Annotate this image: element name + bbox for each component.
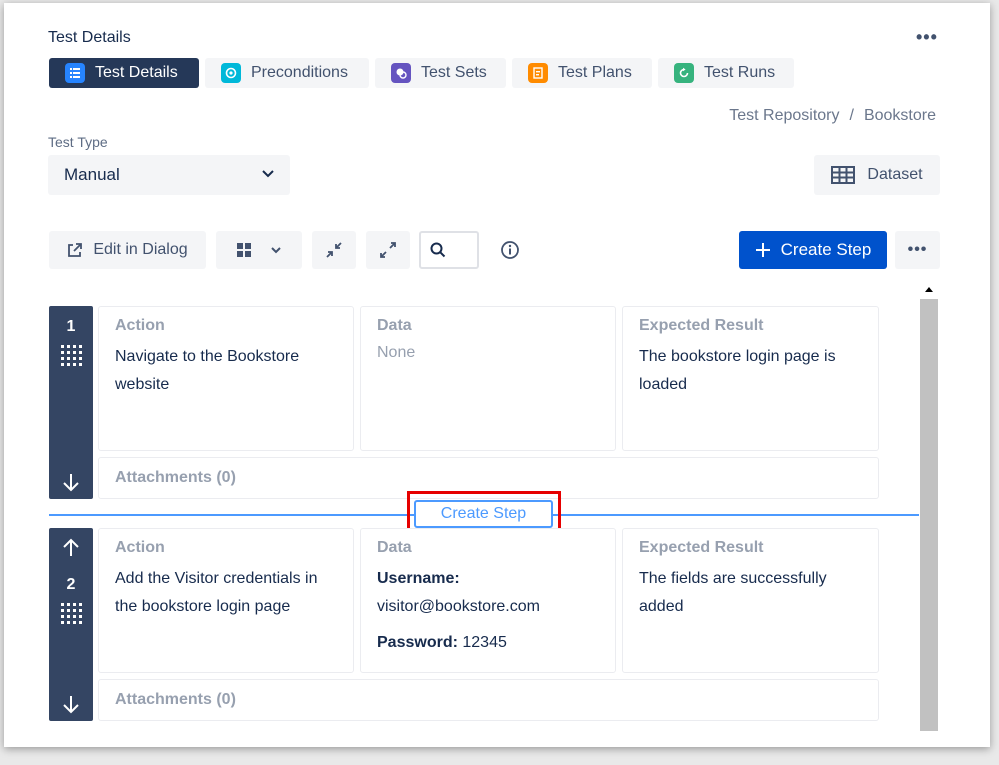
tab-test-details[interactable]: Test Details: [49, 58, 199, 88]
edit-in-dialog-label: Edit in Dialog: [93, 241, 188, 258]
chevron-down-icon: [271, 247, 281, 254]
toolbar-more-icon[interactable]: •••: [895, 231, 940, 269]
step-1-action-cell[interactable]: Action Navigate to the Bookstore website: [98, 306, 354, 451]
action-text: Navigate to the Bookstore website: [115, 348, 300, 393]
password-label: Password:: [377, 634, 458, 651]
tab-label: Test Runs: [704, 64, 776, 81]
expected-text: The bookstore login page is loaded: [639, 348, 836, 393]
precondition-icon: [221, 63, 241, 83]
test-type-label: Test Type: [48, 134, 108, 150]
collapse-button[interactable]: [312, 231, 356, 269]
password-value: 12345: [462, 634, 507, 651]
search-input[interactable]: [419, 231, 479, 269]
info-icon[interactable]: [500, 240, 520, 260]
breadcrumb-separator: /: [849, 107, 854, 124]
external-link-icon: [68, 243, 83, 257]
expected-header: Expected Result: [639, 317, 764, 334]
scrollbar-thumb[interactable]: [920, 299, 938, 731]
list-icon: [65, 63, 85, 83]
action-header: Action: [115, 317, 165, 334]
action-header: Action: [115, 539, 165, 556]
step-number: 1: [66, 318, 76, 335]
test-details-panel: Test Details ••• Test Details Preconditi…: [4, 3, 990, 747]
tab-preconditions[interactable]: Preconditions: [205, 58, 369, 88]
test-type-select[interactable]: Manual: [48, 155, 290, 195]
step-number: 2: [66, 576, 76, 593]
test-runs-icon: [674, 63, 694, 83]
grid-view-icon: [237, 243, 251, 257]
inline-create-step-button[interactable]: Create Step: [414, 500, 553, 528]
expected-text: The fields are successfully added: [639, 570, 827, 615]
expand-button[interactable]: [366, 231, 410, 269]
tab-label: Test Plans: [558, 64, 632, 81]
step-1-attachments[interactable]: Attachments (0): [98, 457, 879, 499]
expected-header: Expected Result: [639, 539, 764, 556]
breadcrumb-current[interactable]: Bookstore: [864, 107, 936, 124]
step-2-expected-cell[interactable]: Expected Result The fields are successfu…: [622, 528, 879, 673]
test-plans-icon: [528, 63, 548, 83]
dataset-label: Dataset: [867, 166, 923, 183]
search-icon: [430, 242, 446, 258]
tab-label: Test Details: [95, 64, 178, 81]
tab-test-plans[interactable]: Test Plans: [512, 58, 652, 88]
move-down-arrow-icon[interactable]: [60, 694, 82, 714]
more-options-icon[interactable]: •••: [916, 27, 938, 48]
tab-test-runs[interactable]: Test Runs: [658, 58, 794, 88]
password-line: Password: 12345: [377, 629, 599, 657]
breadcrumb-root[interactable]: Test Repository: [729, 107, 839, 124]
collapse-icon: [326, 242, 342, 258]
drag-handle-icon[interactable]: [60, 602, 82, 630]
table-icon: [831, 166, 856, 184]
scroll-up-arrow-icon[interactable]: [920, 281, 938, 297]
plus-icon: [755, 243, 770, 257]
step-2-gutter: 2: [49, 528, 93, 721]
step-1-gutter: 1: [49, 306, 93, 499]
test-type-value: Manual: [64, 165, 120, 184]
chevron-down-icon: [262, 170, 274, 178]
step-2-attachments[interactable]: Attachments (0): [98, 679, 879, 721]
create-step-button[interactable]: Create Step: [739, 231, 887, 269]
breadcrumb: Test Repository / Bookstore: [729, 107, 936, 125]
move-down-arrow-icon[interactable]: [60, 472, 82, 492]
step-2-action-cell[interactable]: Action Add the Visitor credentials in th…: [98, 528, 354, 673]
edit-in-dialog-button[interactable]: Edit in Dialog: [49, 231, 206, 269]
username-value: visitor@bookstore.com: [377, 598, 540, 615]
drag-handle-icon[interactable]: [60, 344, 82, 372]
expand-icon: [380, 242, 396, 258]
panel-title: Test Details: [48, 29, 131, 46]
step-1-data-cell[interactable]: Data None: [360, 306, 616, 451]
data-header: Data: [377, 317, 412, 334]
tab-label: Preconditions: [251, 64, 348, 81]
step-1-expected-cell[interactable]: Expected Result The bookstore login page…: [622, 306, 879, 451]
data-text: None: [377, 344, 416, 361]
tab-label: Test Sets: [421, 64, 487, 81]
test-sets-icon: [391, 63, 411, 83]
move-up-arrow-icon[interactable]: [60, 538, 82, 558]
create-step-label: Create Step: [780, 240, 872, 259]
username-label: Username:: [377, 570, 460, 587]
data-header: Data: [377, 539, 412, 556]
step-2-data-cell[interactable]: Data Username: visitor@bookstore.com Pas…: [360, 528, 616, 673]
action-text: Add the Visitor credentials in the books…: [115, 570, 318, 615]
dataset-button[interactable]: Dataset: [814, 155, 940, 195]
view-mode-dropdown[interactable]: [216, 231, 302, 269]
tab-test-sets[interactable]: Test Sets: [375, 58, 506, 88]
